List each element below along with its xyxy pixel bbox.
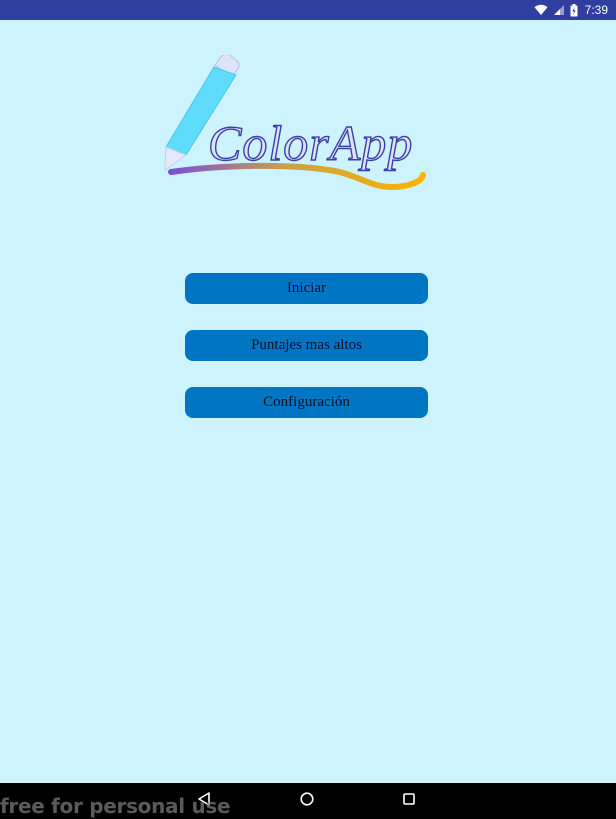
status-time: 7:39: [584, 3, 608, 17]
battery-icon: [570, 3, 578, 17]
high-scores-button[interactable]: Puntajes mas altos: [185, 330, 428, 361]
start-button[interactable]: Iniciar: [185, 273, 428, 304]
logo-text: ColorApp: [208, 115, 413, 171]
watermark-text: free for personal use: [0, 794, 231, 818]
wifi-icon: [534, 4, 548, 16]
recents-button[interactable]: [385, 783, 433, 819]
status-bar: 7:39: [0, 0, 616, 20]
recents-icon: [402, 792, 416, 811]
home-button[interactable]: [283, 783, 331, 819]
app-logo: ColorApp: [160, 55, 440, 195]
home-icon: [299, 791, 315, 812]
cellular-signal-icon: [553, 4, 565, 16]
settings-button[interactable]: Configuración: [185, 387, 428, 418]
status-icons: 7:39: [534, 0, 608, 20]
